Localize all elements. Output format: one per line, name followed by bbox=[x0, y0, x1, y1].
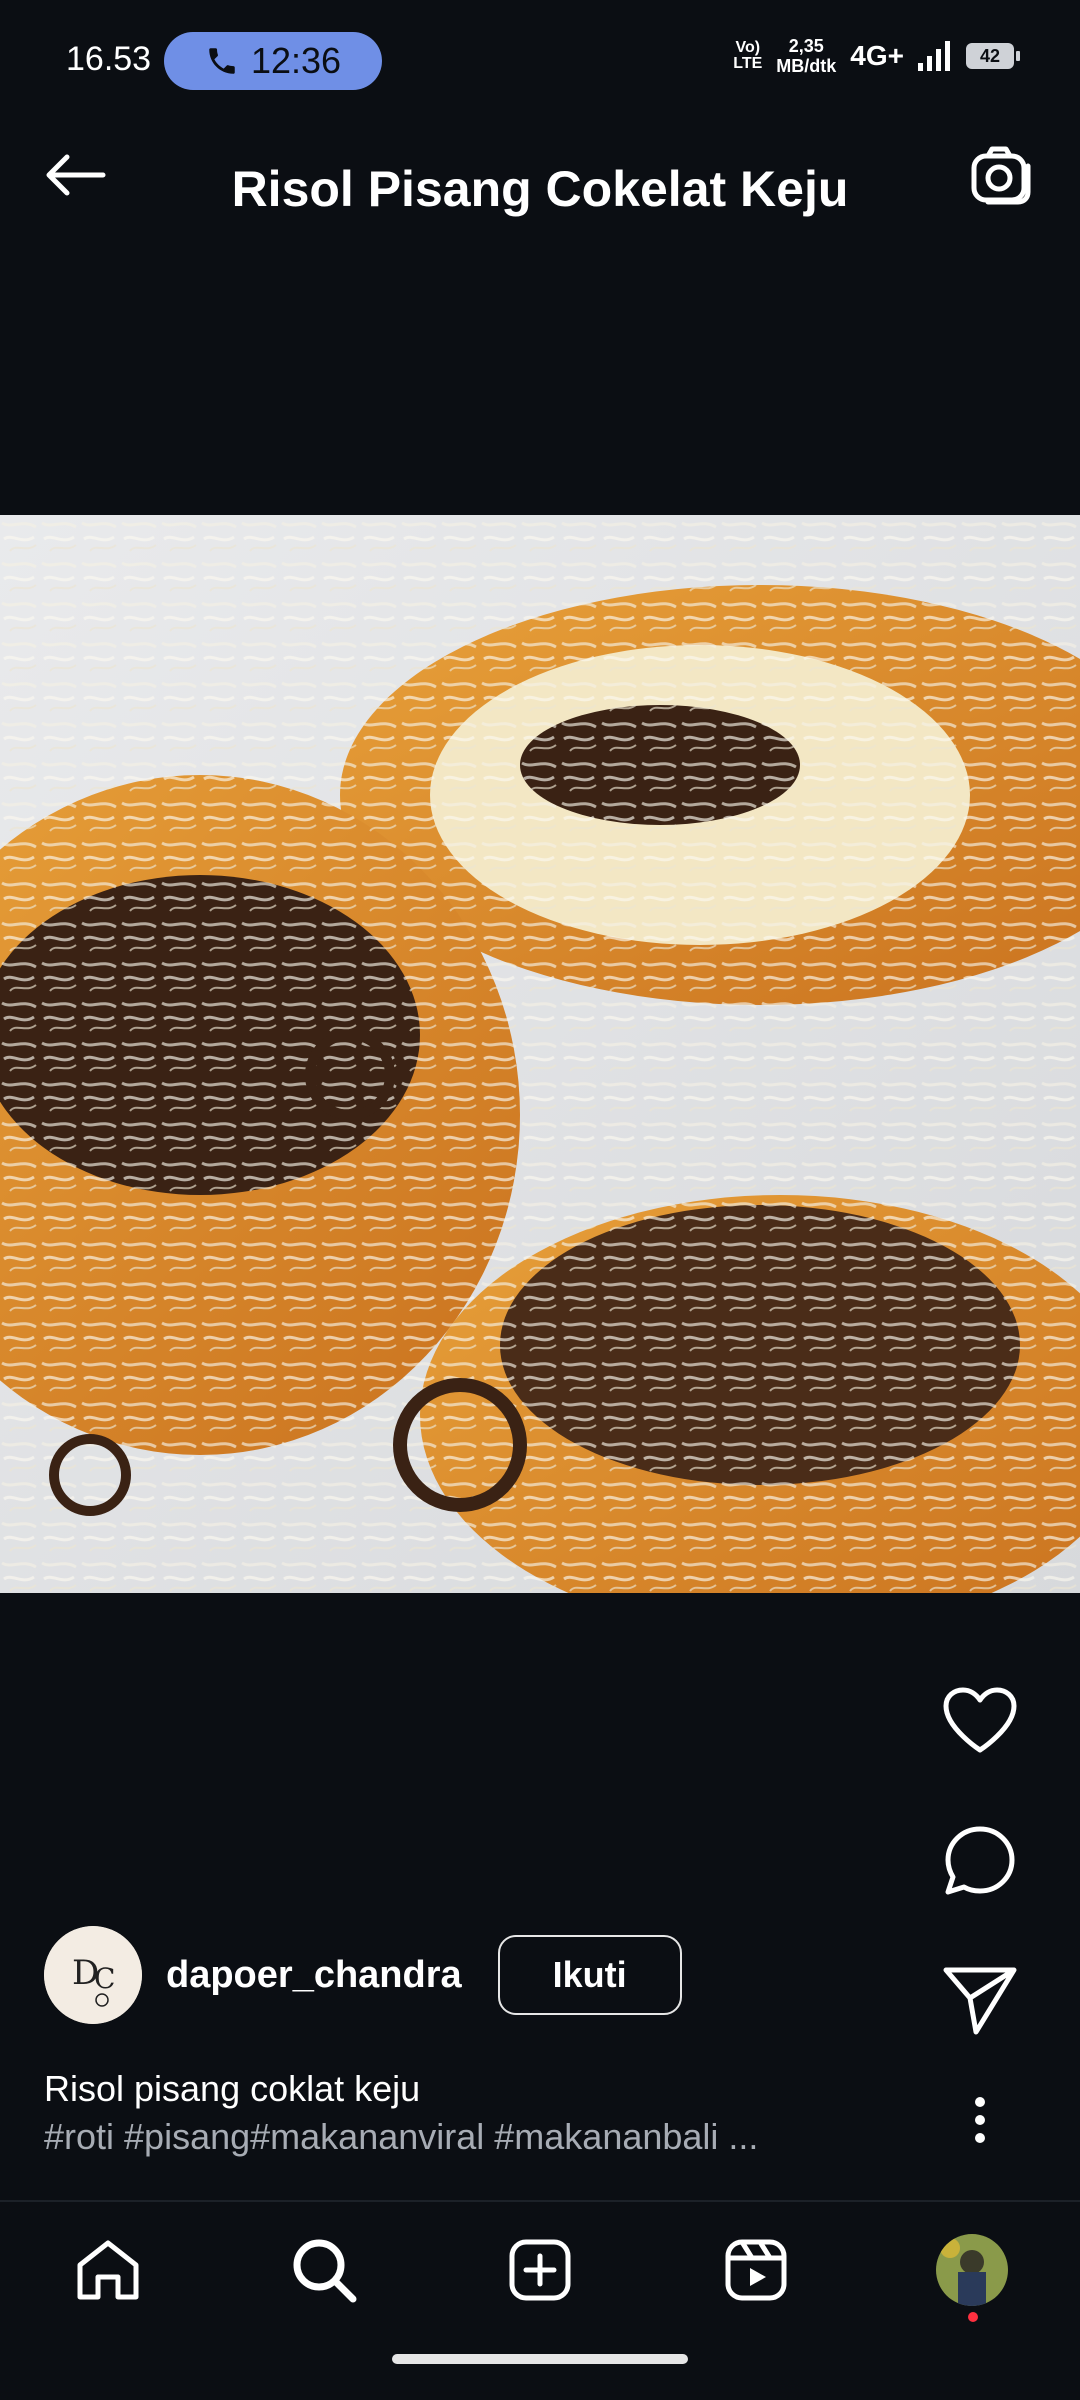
phone-icon bbox=[209, 48, 235, 74]
author-row: D C dapoer_chandra Ikuti bbox=[44, 1925, 682, 2025]
status-time: 16.53 bbox=[66, 40, 152, 78]
caption-hashtags: #roti #pisang#makananviral #makananbali … bbox=[44, 2116, 759, 2157]
food-photo bbox=[0, 515, 1080, 1593]
create-icon bbox=[509, 2239, 571, 2301]
battery-icon: 42 bbox=[966, 43, 1020, 69]
author-avatar[interactable]: D C bbox=[44, 1926, 142, 2024]
more-options-button[interactable] bbox=[920, 2080, 1040, 2160]
camera-button[interactable] bbox=[966, 140, 1038, 212]
nav-home[interactable] bbox=[60, 2222, 156, 2318]
comment-bubble-icon bbox=[945, 1826, 1015, 1895]
data-rate: 2,35 MB/dtk bbox=[776, 36, 837, 76]
volte-indicator: Vo) LTE bbox=[733, 39, 763, 72]
caption-text: Risol pisang coklat keju bbox=[44, 2068, 421, 2109]
heart-icon bbox=[943, 1687, 1017, 1753]
signal-icon bbox=[918, 41, 950, 71]
camera-icon bbox=[971, 146, 1031, 205]
ongoing-call-pill[interactable]: 12:36 bbox=[164, 32, 382, 90]
network-type: 4G+ bbox=[850, 40, 904, 71]
send-icon bbox=[943, 1967, 1017, 2035]
app-header: Risol Pisang Cokelat Keju bbox=[0, 100, 1080, 250]
nav-profile[interactable] bbox=[924, 2222, 1020, 2322]
more-vertical-icon bbox=[975, 2097, 985, 2143]
bottom-navigation bbox=[0, 2202, 1080, 2332]
profile-avatar bbox=[936, 2234, 1008, 2306]
nav-search[interactable] bbox=[276, 2222, 372, 2318]
post-caption[interactable]: Risol pisang coklat keju #roti #pisang#m… bbox=[44, 2068, 924, 2158]
follow-button[interactable]: Ikuti bbox=[497, 1935, 682, 2015]
svg-text:C: C bbox=[94, 1962, 115, 1995]
post-image[interactable] bbox=[0, 515, 1080, 1593]
author-logo: D C bbox=[44, 1926, 142, 2024]
status-icons: Vo) LTE 2,35 MB/dtk 4G+ 42 bbox=[733, 36, 1020, 76]
home-indicator[interactable] bbox=[392, 2354, 688, 2364]
home-icon bbox=[77, 2240, 139, 2300]
nav-reels[interactable] bbox=[708, 2222, 804, 2318]
like-button[interactable] bbox=[920, 1670, 1040, 1770]
author-username[interactable]: dapoer_chandra bbox=[166, 1954, 462, 1997]
page-title: Risol Pisang Cokelat Keju bbox=[231, 161, 849, 217]
reels-icon bbox=[725, 2239, 787, 2301]
search-icon bbox=[293, 2239, 357, 2303]
status-bar: 16.53 12:36 Vo) LTE 2,35 MB/dtk 4G+ 42 bbox=[0, 0, 1080, 100]
call-timer: 12:36 bbox=[250, 40, 342, 81]
notification-dot bbox=[968, 2312, 978, 2322]
share-button[interactable] bbox=[920, 1950, 1040, 2050]
comment-button[interactable] bbox=[920, 1810, 1040, 1910]
nav-create[interactable] bbox=[492, 2222, 588, 2318]
